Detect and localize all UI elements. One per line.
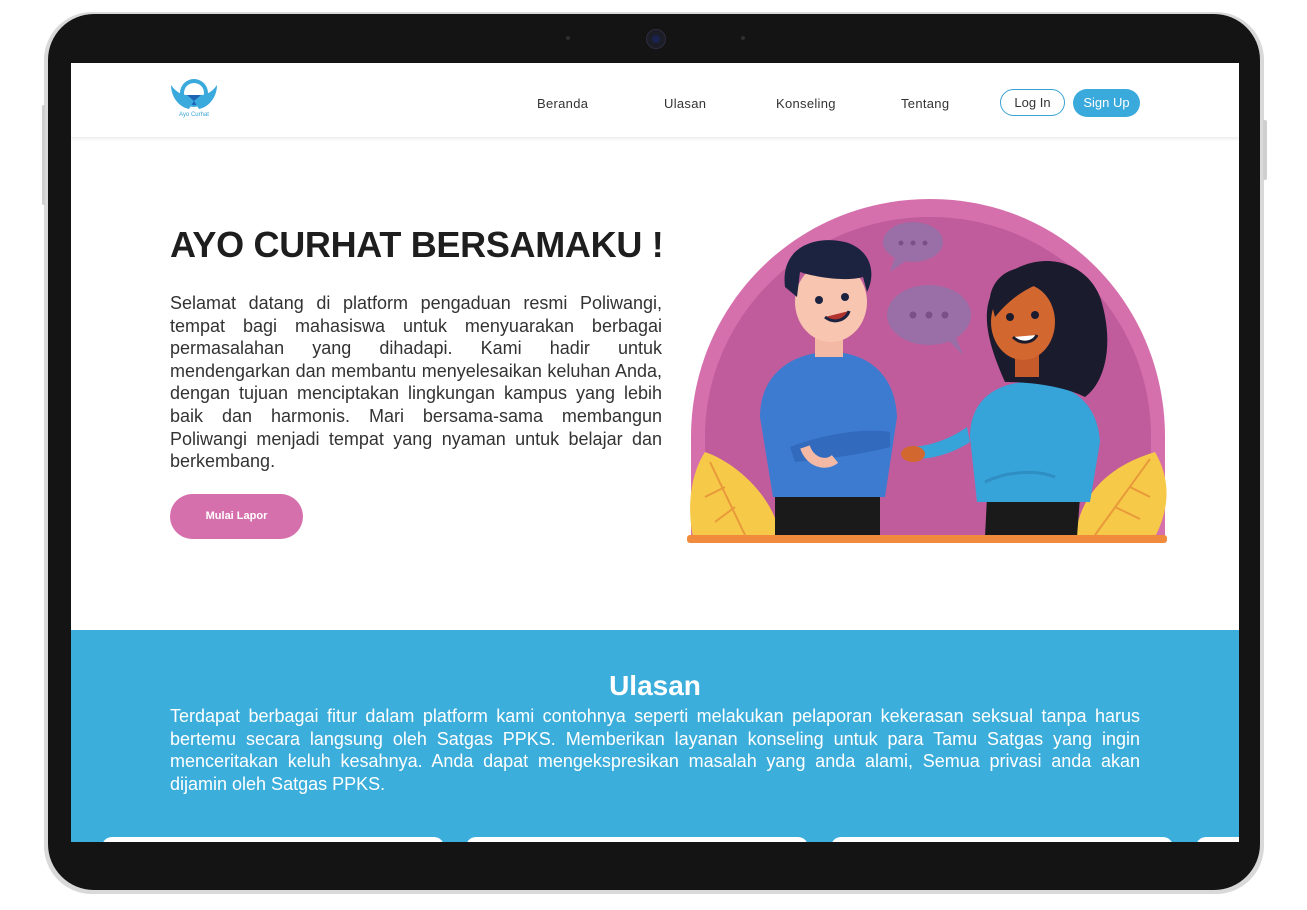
tablet-side-button	[1263, 120, 1267, 180]
nav-link-tentang[interactable]: Tentang	[901, 96, 949, 111]
review-card[interactable]	[831, 837, 1173, 842]
front-camera-icon	[646, 29, 666, 49]
review-card[interactable]	[102, 837, 444, 842]
front-sensor	[741, 36, 745, 40]
navbar: Ayo Curhat Beranda Ulasan Konseling Tent…	[71, 63, 1239, 137]
review-card[interactable]	[466, 837, 808, 842]
login-button[interactable]: Log In	[1000, 89, 1065, 116]
signup-button[interactable]: Sign Up	[1073, 89, 1140, 117]
nav-link-beranda[interactable]: Beranda	[537, 96, 588, 111]
nav-link-konseling[interactable]: Konseling	[776, 96, 836, 111]
two-people-talking-illustration	[687, 199, 1167, 543]
hero-title: AYO CURHAT BERSAMAKU !	[170, 224, 664, 265]
ulasan-title: Ulasan	[609, 670, 701, 701]
ulasan-section: Ulasan Terdapat berbagai fitur dalam pla…	[71, 630, 1239, 842]
nav-link-ulasan[interactable]: Ulasan	[664, 96, 706, 111]
tablet-side-button	[42, 105, 45, 205]
mulai-lapor-button[interactable]: Mulai Lapor	[170, 494, 303, 539]
screen: Ayo Curhat Beranda Ulasan Konseling Tent…	[71, 63, 1239, 842]
front-sensor	[566, 36, 570, 40]
ulasan-description: Terdapat berbagai fitur dalam platform k…	[170, 706, 1140, 794]
logo-text: Ayo Curhat	[179, 112, 209, 118]
hero-description: Selamat datang di platform pengaduan res…	[170, 293, 662, 472]
review-card[interactable]	[1196, 837, 1239, 842]
